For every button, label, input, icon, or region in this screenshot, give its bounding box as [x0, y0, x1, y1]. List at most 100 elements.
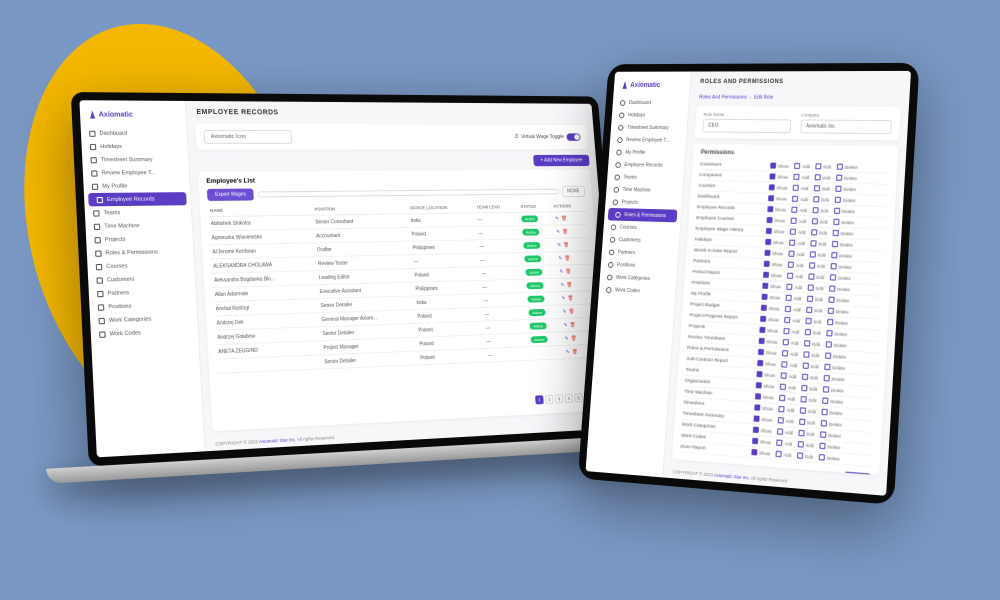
perm-checkbox[interactable]: Delete	[820, 431, 841, 439]
perm-checkbox[interactable]: Edit	[816, 163, 832, 169]
perm-checkbox[interactable]: Add	[783, 339, 799, 346]
delete-icon[interactable]: 🗑	[570, 322, 575, 327]
sidebar-item[interactable]: Timesheet Summary	[611, 121, 688, 134]
perm-checkbox[interactable]: Show	[769, 184, 788, 190]
delete-icon[interactable]: 🗑	[565, 268, 570, 273]
perm-checkbox[interactable]: Delete	[830, 274, 851, 281]
perm-checkbox[interactable]: Add	[794, 174, 810, 180]
perm-checkbox[interactable]: Delete	[833, 219, 854, 226]
perm-checkbox[interactable]: Delete	[824, 375, 845, 382]
sidebar-item[interactable]: Employee Records	[88, 192, 187, 206]
perm-checkbox[interactable]: Edit	[802, 385, 818, 392]
perm-checkbox[interactable]: Edit	[813, 196, 829, 202]
perm-checkbox[interactable]: Delete	[823, 386, 844, 393]
perm-checkbox[interactable]: Show	[765, 239, 784, 246]
perm-checkbox[interactable]: Add	[776, 451, 792, 458]
perm-checkbox[interactable]: Edit	[808, 285, 824, 292]
perm-checkbox[interactable]: Delete	[827, 319, 848, 326]
perm-checkbox[interactable]: Delete	[822, 397, 843, 404]
perm-checkbox[interactable]: Delete	[833, 230, 854, 237]
perm-checkbox[interactable]: Show	[761, 305, 780, 312]
delete-icon[interactable]: 🗑	[563, 242, 568, 247]
perm-checkbox[interactable]: Add	[777, 428, 793, 435]
perm-checkbox[interactable]: Delete	[828, 308, 849, 315]
perm-checkbox[interactable]: Show	[757, 360, 776, 367]
sidebar-item[interactable]: Holidays	[612, 109, 689, 122]
perm-checkbox[interactable]: Add	[792, 196, 808, 202]
sidebar-item[interactable]: My Profile	[609, 146, 686, 160]
sidebar-item[interactable]: Work Codes	[599, 283, 676, 299]
perm-checkbox[interactable]: Show	[768, 195, 787, 201]
perm-checkbox[interactable]: Edit	[813, 207, 829, 213]
delete-icon[interactable]: 🗑	[561, 215, 566, 220]
perm-checkbox[interactable]: Delete	[826, 341, 847, 348]
perm-checkbox[interactable]: Edit	[799, 419, 815, 426]
perm-checkbox[interactable]: Delete	[831, 252, 852, 259]
perm-checkbox[interactable]: Delete	[836, 175, 857, 181]
sidebar-item[interactable]: Review Employee T...	[610, 133, 687, 146]
export-wages-button[interactable]: Export Wages	[207, 189, 254, 201]
delete-icon[interactable]: 🗑	[569, 308, 574, 313]
perm-checkbox[interactable]: Delete	[834, 208, 855, 215]
perm-checkbox[interactable]: Edit	[810, 251, 826, 258]
sidebar-item[interactable]: My Profile	[83, 179, 190, 193]
brand-logo[interactable]: Axiomatic	[613, 77, 690, 96]
perm-checkbox[interactable]: Edit	[815, 174, 831, 180]
perm-checkbox[interactable]: Add	[787, 273, 803, 280]
perm-checkbox[interactable]: Add	[778, 417, 794, 424]
perm-checkbox[interactable]: Delete	[835, 186, 856, 192]
delete-icon[interactable]: 🗑	[568, 295, 573, 300]
page-button[interactable]: 1	[535, 395, 544, 404]
perm-checkbox[interactable]: Edit	[809, 273, 825, 280]
copyright-link[interactable]: Axiomatic Star Inc.	[259, 437, 296, 444]
sort-select[interactable]: NONE	[561, 186, 585, 197]
edit-icon[interactable]: ✎	[557, 242, 562, 247]
perm-checkbox[interactable]: Show	[755, 393, 774, 400]
perm-checkbox[interactable]: Show	[759, 327, 778, 334]
column-header[interactable]: OFFICE LOCATION	[407, 202, 475, 214]
perm-checkbox[interactable]: Show	[763, 272, 782, 279]
perm-checkbox[interactable]: Add	[788, 262, 804, 269]
perm-checkbox[interactable]: Show	[758, 349, 777, 356]
perm-checkbox[interactable]: Delete	[819, 454, 840, 462]
sidebar-item[interactable]: Dashboard	[612, 96, 689, 109]
perm-checkbox[interactable]: Show	[753, 427, 772, 434]
delete-icon[interactable]: 🗑	[567, 282, 572, 287]
perm-checkbox[interactable]: Edit	[804, 340, 820, 347]
perm-checkbox[interactable]: Delete	[821, 409, 842, 417]
edit-icon[interactable]: ✎	[565, 336, 570, 341]
perm-checkbox[interactable]: Add	[794, 163, 810, 169]
perm-checkbox[interactable]: Edit	[811, 240, 827, 247]
perm-checkbox[interactable]: Show	[766, 228, 785, 235]
edit-icon[interactable]: ✎	[558, 255, 563, 260]
perm-checkbox[interactable]: Delete	[837, 164, 858, 170]
brand-logo[interactable]: Axiomatic	[80, 106, 187, 127]
perm-checkbox[interactable]: Edit	[805, 329, 821, 336]
perm-checkbox[interactable]: Delete	[819, 443, 840, 451]
perm-checkbox[interactable]: Edit	[798, 441, 814, 448]
perm-checkbox[interactable]: Edit	[800, 407, 816, 414]
perm-checkbox[interactable]: Delete	[831, 263, 852, 270]
perm-checkbox[interactable]: Add	[785, 306, 801, 313]
column-header[interactable]: TEAM LEAD	[474, 201, 519, 213]
page-button[interactable]: 5	[574, 393, 583, 402]
edit-icon[interactable]: ✎	[559, 269, 564, 274]
sidebar-item[interactable]: Timesheet Summary	[82, 153, 189, 167]
perm-checkbox[interactable]: Add	[780, 384, 796, 391]
column-header[interactable]: STATUS	[518, 201, 552, 212]
delete-icon[interactable]: 🗑	[572, 349, 577, 354]
page-button[interactable]: 4	[564, 394, 573, 403]
perm-checkbox[interactable]: Add	[782, 350, 798, 357]
perm-checkbox[interactable]: Edit	[806, 307, 822, 314]
perm-checkbox[interactable]: Edit	[802, 374, 818, 381]
search-input[interactable]	[258, 189, 559, 198]
perm-checkbox[interactable]: Add	[789, 240, 805, 247]
perm-checkbox[interactable]: Show	[764, 250, 783, 257]
perm-checkbox[interactable]: Add	[791, 218, 807, 224]
perm-checkbox[interactable]: Show	[764, 261, 783, 268]
perm-checkbox[interactable]: Show	[751, 449, 770, 457]
perm-checkbox[interactable]: Add	[784, 317, 800, 324]
perm-checkbox[interactable]: Edit	[806, 318, 822, 325]
perm-checkbox[interactable]: Show	[754, 415, 773, 422]
perm-checkbox[interactable]: Edit	[797, 452, 813, 459]
